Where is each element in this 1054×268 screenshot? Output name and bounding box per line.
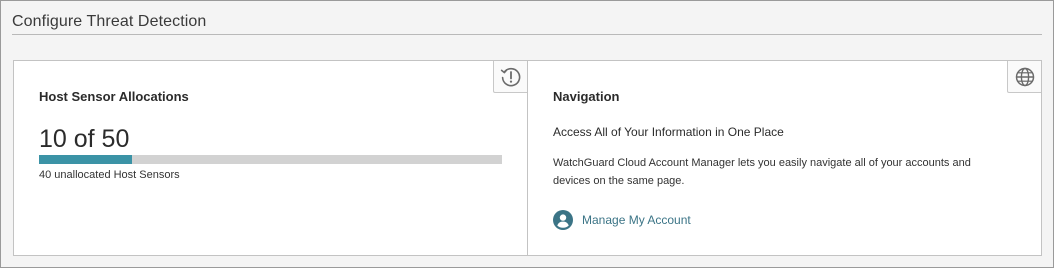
page-title: Configure Threat Detection [12, 13, 207, 30]
host-sensor-allocations-card: Host Sensor Allocations 10 of 50 40 unal… [14, 61, 528, 255]
manage-my-account-label: Manage My Account [582, 213, 691, 227]
sensor-count: 10 of 50 [39, 125, 130, 153]
navigation-card: Navigation Access All of Your Informatio… [528, 61, 1041, 255]
globe-icon [1015, 67, 1034, 86]
globe-button[interactable] [1007, 61, 1041, 93]
title-divider [12, 34, 1042, 35]
sensor-progress-fill [39, 155, 132, 164]
cards-row: Host Sensor Allocations 10 of 50 40 unal… [13, 60, 1042, 256]
navigation-description: WatchGuard Cloud Account Manager lets yo… [553, 157, 971, 187]
navigation-heading: Navigation [553, 89, 620, 104]
manage-my-account-link[interactable]: Manage My Account [553, 209, 691, 231]
configure-threat-detection-page: Configure Threat Detection Host Sensor A… [0, 0, 1054, 268]
alert-history-button[interactable] [493, 61, 527, 93]
host-sensor-heading: Host Sensor Allocations [39, 89, 189, 104]
user-circle-icon [553, 210, 573, 230]
unallocated-sensors-text: 40 unallocated Host Sensors [39, 169, 180, 181]
navigation-subtitle: Access All of Your Information in One Pl… [553, 125, 784, 139]
alert-history-icon [500, 67, 520, 86]
sensor-progress-bar [39, 155, 502, 164]
